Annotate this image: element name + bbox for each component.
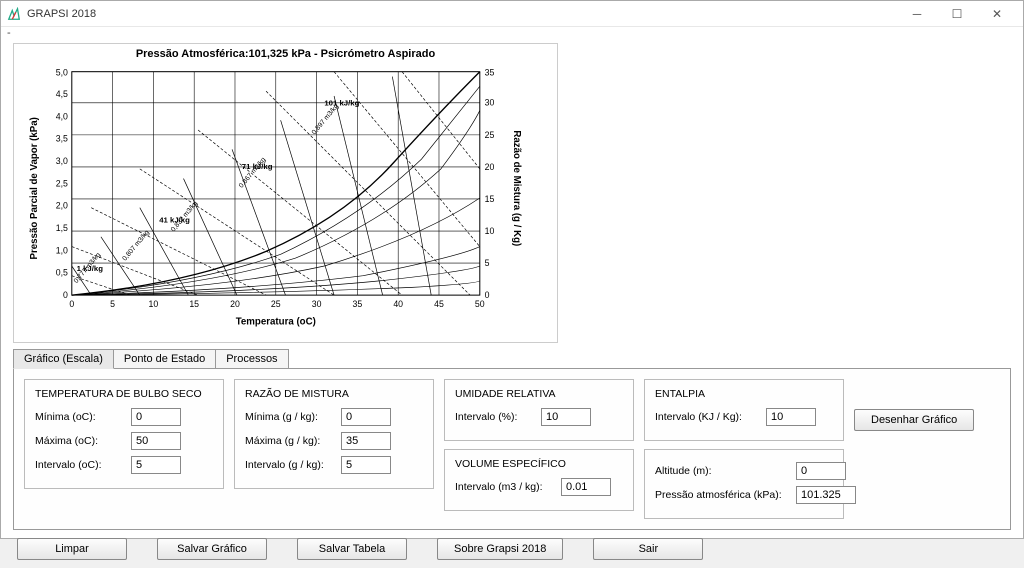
desenhar-grafico-button[interactable]: Desenhar Gráfico	[854, 409, 974, 431]
svg-text:0: 0	[485, 290, 490, 300]
razao-min-input[interactable]	[341, 408, 391, 426]
group-bulbo-seco: TEMPERATURA DE BULBO SECO Mínima (oC): M…	[24, 379, 224, 489]
volume-int-label: Intervalo (m3 / kg):	[455, 481, 555, 493]
razao-min-label: Mínima (g / kg):	[245, 411, 335, 423]
svg-text:4,5: 4,5	[56, 89, 68, 99]
svg-text:35: 35	[485, 68, 495, 78]
razao-max-label: Máxima (g / kg):	[245, 435, 335, 447]
group-volume: VOLUME ESPECÍFICO Intervalo (m3 / kg):	[444, 449, 634, 511]
umidade-int-input[interactable]	[541, 408, 591, 426]
razao-max-input[interactable]	[341, 432, 391, 450]
svg-text:20: 20	[485, 162, 495, 172]
svg-text:5: 5	[485, 258, 490, 268]
y-right-axis-label: Razão de Mistura (g / Kg)	[511, 130, 522, 246]
svg-text:0,5: 0,5	[56, 268, 68, 278]
psychrometric-chart: 1 kJ/kg 41 kJ/kg 71 kJ/kg 101 kJ/kg 0,77…	[18, 62, 553, 334]
volume-int-input[interactable]	[561, 478, 611, 496]
chart-title: Pressão Atmosférica:101,325 kPa - Psicró…	[18, 48, 553, 60]
menubar-item[interactable]: -	[7, 27, 11, 39]
bulbo-min-label: Mínima (oC):	[35, 411, 125, 423]
svg-text:20: 20	[230, 299, 240, 309]
close-button[interactable]: ✕	[977, 1, 1017, 27]
group-umidade: UMIDADE RELATIVA Intervalo (%):	[444, 379, 634, 441]
chart-container: Pressão Atmosférica:101,325 kPa - Psicró…	[13, 43, 558, 343]
group-title-razao: RAZÃO DE MISTURA	[245, 388, 423, 400]
svg-text:10: 10	[149, 299, 159, 309]
svg-text:50: 50	[475, 299, 485, 309]
umidade-int-label: Intervalo (%):	[455, 411, 535, 423]
svg-text:0: 0	[69, 299, 74, 309]
pressao-input[interactable]	[796, 486, 856, 504]
group-title-umidade: UMIDADE RELATIVA	[455, 388, 623, 400]
sobre-button[interactable]: Sobre Grapsi 2018	[437, 538, 563, 560]
bulbo-int-label: Intervalo (oC):	[35, 459, 125, 471]
altitude-input[interactable]	[796, 462, 846, 480]
app-icon	[7, 7, 21, 21]
razao-int-label: Intervalo (g / kg):	[245, 459, 335, 471]
sair-button[interactable]: Sair	[593, 538, 703, 560]
y-left-axis-label: Pressão Parcial de Vapor (kPa)	[29, 117, 40, 259]
entalpia-int-input[interactable]	[766, 408, 816, 426]
bottom-buttons: Limpar Salvar Gráfico Salvar Tabela Sobr…	[13, 530, 1011, 560]
svg-text:4,0: 4,0	[56, 111, 68, 121]
pressao-label: Pressão atmosférica (kPa):	[655, 489, 790, 501]
entalpia-int-label: Intervalo (KJ / Kg):	[655, 411, 760, 423]
salvar-tabela-button[interactable]: Salvar Tabela	[297, 538, 407, 560]
col-entalpia-altitude: ENTALPIA Intervalo (KJ / Kg): Altitude (…	[644, 379, 844, 519]
bulbo-int-input[interactable]	[131, 456, 181, 474]
svg-text:30: 30	[312, 299, 322, 309]
menubar[interactable]: -	[1, 27, 1023, 39]
razao-int-input[interactable]	[341, 456, 391, 474]
group-title-bulbo: TEMPERATURA DE BULBO SECO	[35, 388, 213, 400]
svg-text:5,0: 5,0	[56, 68, 68, 78]
svg-text:35: 35	[353, 299, 363, 309]
group-razao-mistura: RAZÃO DE MISTURA Mínima (g / kg): Máxima…	[234, 379, 434, 489]
svg-text:25: 25	[271, 299, 281, 309]
bulbo-max-label: Máxima (oC):	[35, 435, 125, 447]
tab-panel-grafico: TEMPERATURA DE BULBO SECO Mínima (oC): M…	[13, 368, 1011, 530]
group-title-entalpia: ENTALPIA	[655, 388, 833, 400]
svg-text:30: 30	[485, 98, 495, 108]
window-title: GRAPSI 2018	[27, 8, 96, 20]
svg-text:3,5: 3,5	[56, 134, 68, 144]
altitude-label: Altitude (m):	[655, 465, 790, 477]
group-entalpia: ENTALPIA Intervalo (KJ / Kg):	[644, 379, 844, 441]
group-altitude: Altitude (m): Pressão atmosférica (kPa):	[644, 449, 844, 519]
bulbo-min-input[interactable]	[131, 408, 181, 426]
tabs: Gráfico (Escala) Ponto de Estado Process…	[13, 349, 1011, 369]
tab-processos[interactable]: Processos	[215, 349, 288, 369]
x-axis-label: Temperatura (oC)	[236, 316, 316, 327]
app-window: GRAPSI 2018 ─ ☐ ✕ - Pressão Atmosférica:…	[0, 0, 1024, 539]
salvar-grafico-button[interactable]: Salvar Gráfico	[157, 538, 267, 560]
svg-text:15: 15	[485, 194, 495, 204]
svg-text:25: 25	[485, 130, 495, 140]
titlebar: GRAPSI 2018 ─ ☐ ✕	[1, 1, 1023, 27]
limpar-button[interactable]: Limpar	[17, 538, 127, 560]
svg-text:5: 5	[110, 299, 115, 309]
svg-text:2,5: 2,5	[56, 178, 68, 188]
group-title-volume: VOLUME ESPECÍFICO	[455, 458, 623, 470]
svg-text:0: 0	[63, 290, 68, 300]
svg-text:101 kJ/kg: 101 kJ/kg	[324, 99, 359, 108]
content-area: Pressão Atmosférica:101,325 kPa - Psicró…	[1, 39, 1023, 568]
svg-text:2,0: 2,0	[56, 201, 68, 211]
svg-text:1,5: 1,5	[56, 223, 68, 233]
bulbo-max-input[interactable]	[131, 432, 181, 450]
svg-text:15: 15	[189, 299, 199, 309]
tab-grafico-escala[interactable]: Gráfico (Escala)	[13, 349, 114, 369]
svg-text:3,0: 3,0	[56, 156, 68, 166]
col-umidade-volume: UMIDADE RELATIVA Intervalo (%): VOLUME E…	[444, 379, 634, 511]
tab-ponto-de-estado[interactable]: Ponto de Estado	[113, 349, 216, 369]
svg-text:1,0: 1,0	[56, 245, 68, 255]
svg-text:10: 10	[485, 226, 495, 236]
col-desenhar: Desenhar Gráfico	[854, 379, 974, 431]
svg-text:45: 45	[434, 299, 444, 309]
minimize-button[interactable]: ─	[897, 1, 937, 27]
maximize-button[interactable]: ☐	[937, 1, 977, 27]
svg-text:40: 40	[393, 299, 403, 309]
